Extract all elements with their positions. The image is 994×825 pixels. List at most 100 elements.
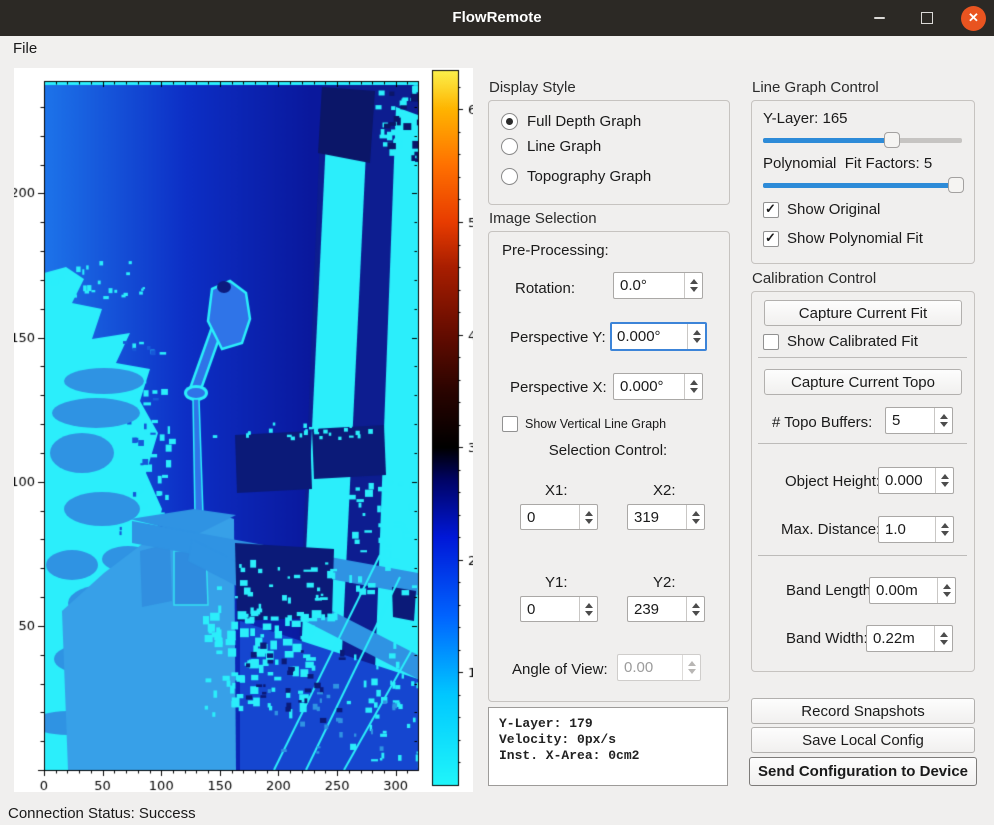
spin-value: 0.000 bbox=[885, 472, 923, 489]
topo-buffers-spinbox[interactable]: 5 bbox=[885, 407, 953, 434]
band-width-label: Band Width: bbox=[786, 630, 868, 647]
send-configuration-button[interactable]: Send Configuration to Device bbox=[749, 757, 977, 786]
spin-value: 0.00m bbox=[876, 582, 918, 599]
connection-status: Connection Status: Success bbox=[8, 805, 196, 822]
menu-file[interactable]: File bbox=[0, 36, 50, 60]
measurement-info-box: Y-Layer: 179 Velocity: 0px/s Inst. X-Are… bbox=[488, 707, 728, 786]
info-x-area: Inst. X-Area: 0cm2 bbox=[499, 748, 717, 764]
spin-arrows-icon[interactable] bbox=[687, 324, 705, 349]
menubar: File bbox=[0, 36, 994, 60]
window-controls: ✕ bbox=[867, 0, 986, 36]
preprocessing-label: Pre-Processing: bbox=[502, 242, 609, 259]
line-graph-control-title: Line Graph Control bbox=[752, 79, 879, 96]
spin-arrows-icon[interactable] bbox=[934, 408, 952, 433]
angle-of-view-label: Angle of View: bbox=[512, 661, 608, 678]
spin-value: 5 bbox=[892, 412, 900, 429]
slider-handle[interactable] bbox=[884, 132, 900, 148]
record-snapshots-button[interactable]: Record Snapshots bbox=[751, 698, 975, 724]
object-height-spinbox[interactable]: 0.000 bbox=[878, 467, 954, 494]
spin-arrows-icon[interactable] bbox=[935, 517, 953, 542]
show-polynomial-fit-checkbox[interactable]: ✓ Show Polynomial Fit bbox=[763, 230, 923, 247]
y2-spinbox[interactable]: 239 bbox=[627, 596, 705, 622]
info-y-layer: Y-Layer: 179 bbox=[499, 716, 717, 732]
spin-value: 0.0° bbox=[620, 277, 647, 294]
spin-arrows-icon[interactable] bbox=[684, 374, 702, 399]
divider bbox=[758, 357, 967, 358]
spin-value: 0 bbox=[527, 601, 535, 618]
spin-value: 0 bbox=[527, 509, 535, 526]
show-original-checkbox[interactable]: ✓ Show Original bbox=[763, 201, 880, 218]
rotation-label: Rotation: bbox=[515, 280, 575, 297]
band-width-spinbox[interactable]: 0.22m bbox=[866, 625, 953, 652]
poly-fit-slider-label: Polynomial Fit Factors: 5 bbox=[763, 155, 932, 172]
show-calibrated-fit-checkbox[interactable]: ✓ Show Calibrated Fit bbox=[763, 333, 918, 350]
radio-full-depth-graph[interactable]: Full Depth Graph bbox=[501, 113, 641, 130]
y1-spinbox[interactable]: 0 bbox=[520, 596, 598, 622]
radio-label: Topography Graph bbox=[527, 168, 651, 185]
perspective-x-spinbox[interactable]: 0.000° bbox=[613, 373, 703, 400]
x1-spinbox[interactable]: 0 bbox=[520, 504, 598, 530]
y-layer-slider-label: Y-Layer: 165 bbox=[763, 110, 848, 127]
slider-fill bbox=[763, 138, 892, 143]
radio-icon bbox=[501, 168, 518, 185]
checkbox-label: Show Vertical Line Graph bbox=[525, 417, 666, 431]
image-selection-group bbox=[488, 231, 730, 702]
spin-arrows-icon[interactable] bbox=[684, 273, 702, 298]
topo-buffers-label: # Topo Buffers: bbox=[772, 414, 872, 431]
checkbox-icon: ✓ bbox=[763, 334, 779, 350]
capture-current-fit-button[interactable]: Capture Current Fit bbox=[764, 300, 962, 326]
radio-label: Line Graph bbox=[527, 138, 601, 155]
band-length-spinbox[interactable]: 0.00m bbox=[869, 577, 956, 604]
close-button[interactable]: ✕ bbox=[961, 6, 986, 31]
maximize-button[interactable] bbox=[914, 6, 939, 31]
titlebar: FlowRemote ✕ bbox=[0, 0, 994, 36]
maximize-icon bbox=[921, 12, 933, 24]
divider bbox=[758, 443, 967, 444]
spin-value: 0.000° bbox=[617, 328, 661, 345]
minimize-button[interactable] bbox=[867, 6, 892, 31]
y1-label: Y1: bbox=[545, 574, 568, 591]
spin-arrows-icon[interactable] bbox=[579, 505, 597, 529]
save-local-config-button[interactable]: Save Local Config bbox=[751, 727, 975, 753]
y2-label: Y2: bbox=[653, 574, 676, 591]
radio-topography-graph[interactable]: Topography Graph bbox=[501, 168, 651, 185]
y-layer-slider[interactable] bbox=[763, 132, 962, 148]
radio-line-graph[interactable]: Line Graph bbox=[501, 138, 601, 155]
perspective-y-label: Perspective Y: bbox=[510, 329, 606, 346]
radio-icon bbox=[501, 113, 518, 130]
flowremote-window: FlowRemote ✕ File Display Style Full Dep… bbox=[0, 0, 994, 825]
close-icon: ✕ bbox=[968, 10, 979, 26]
spin-arrows-icon[interactable] bbox=[686, 597, 704, 621]
spin-arrows-icon[interactable] bbox=[937, 578, 955, 603]
spin-arrows-icon[interactable] bbox=[934, 626, 952, 651]
show-vertical-line-graph-checkbox[interactable]: ✓ Show Vertical Line Graph bbox=[502, 416, 666, 432]
x2-label: X2: bbox=[653, 482, 676, 499]
perspective-y-spinbox[interactable]: 0.000° bbox=[610, 322, 707, 351]
checkbox-label: Show Polynomial Fit bbox=[787, 230, 923, 247]
minimize-icon bbox=[874, 17, 885, 19]
figure-canvas[interactable] bbox=[14, 68, 473, 792]
slider-handle[interactable] bbox=[948, 177, 964, 193]
poly-fit-slider[interactable] bbox=[763, 177, 962, 193]
display-style-title: Display Style bbox=[489, 79, 576, 96]
x2-spinbox[interactable]: 319 bbox=[627, 504, 705, 530]
capture-current-topo-button[interactable]: Capture Current Topo bbox=[764, 369, 962, 395]
window-title: FlowRemote bbox=[0, 0, 994, 36]
spin-arrows-icon[interactable] bbox=[935, 468, 953, 493]
perspective-x-label: Perspective X: bbox=[510, 379, 607, 396]
spin-arrows-icon bbox=[682, 655, 700, 680]
max-distance-spinbox[interactable]: 1.0 bbox=[878, 516, 954, 543]
spin-arrows-icon[interactable] bbox=[686, 505, 704, 529]
rotation-spinbox[interactable]: 0.0° bbox=[613, 272, 703, 299]
calibration-control-title: Calibration Control bbox=[752, 270, 876, 287]
checkbox-label: Show Original bbox=[787, 201, 880, 218]
band-length-label: Band Length: bbox=[786, 582, 875, 599]
spin-value: 319 bbox=[634, 509, 659, 526]
max-distance-label: Max. Distance: bbox=[781, 521, 880, 538]
spin-value: 0.22m bbox=[873, 630, 915, 647]
spin-arrows-icon[interactable] bbox=[579, 597, 597, 621]
spin-value: 239 bbox=[634, 601, 659, 618]
checkbox-icon: ✓ bbox=[502, 416, 518, 432]
checkbox-icon: ✓ bbox=[763, 202, 779, 218]
image-selection-title: Image Selection bbox=[489, 210, 597, 227]
